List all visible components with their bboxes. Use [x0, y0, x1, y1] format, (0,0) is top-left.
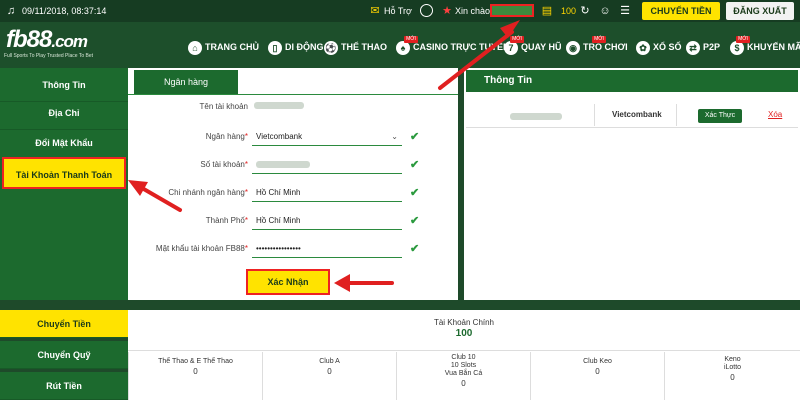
arrow-to-payment-account [128, 180, 182, 212]
arrow-to-username [438, 20, 520, 90]
arrow-to-confirm [334, 274, 394, 292]
annotation-arrows [128, 20, 520, 292]
